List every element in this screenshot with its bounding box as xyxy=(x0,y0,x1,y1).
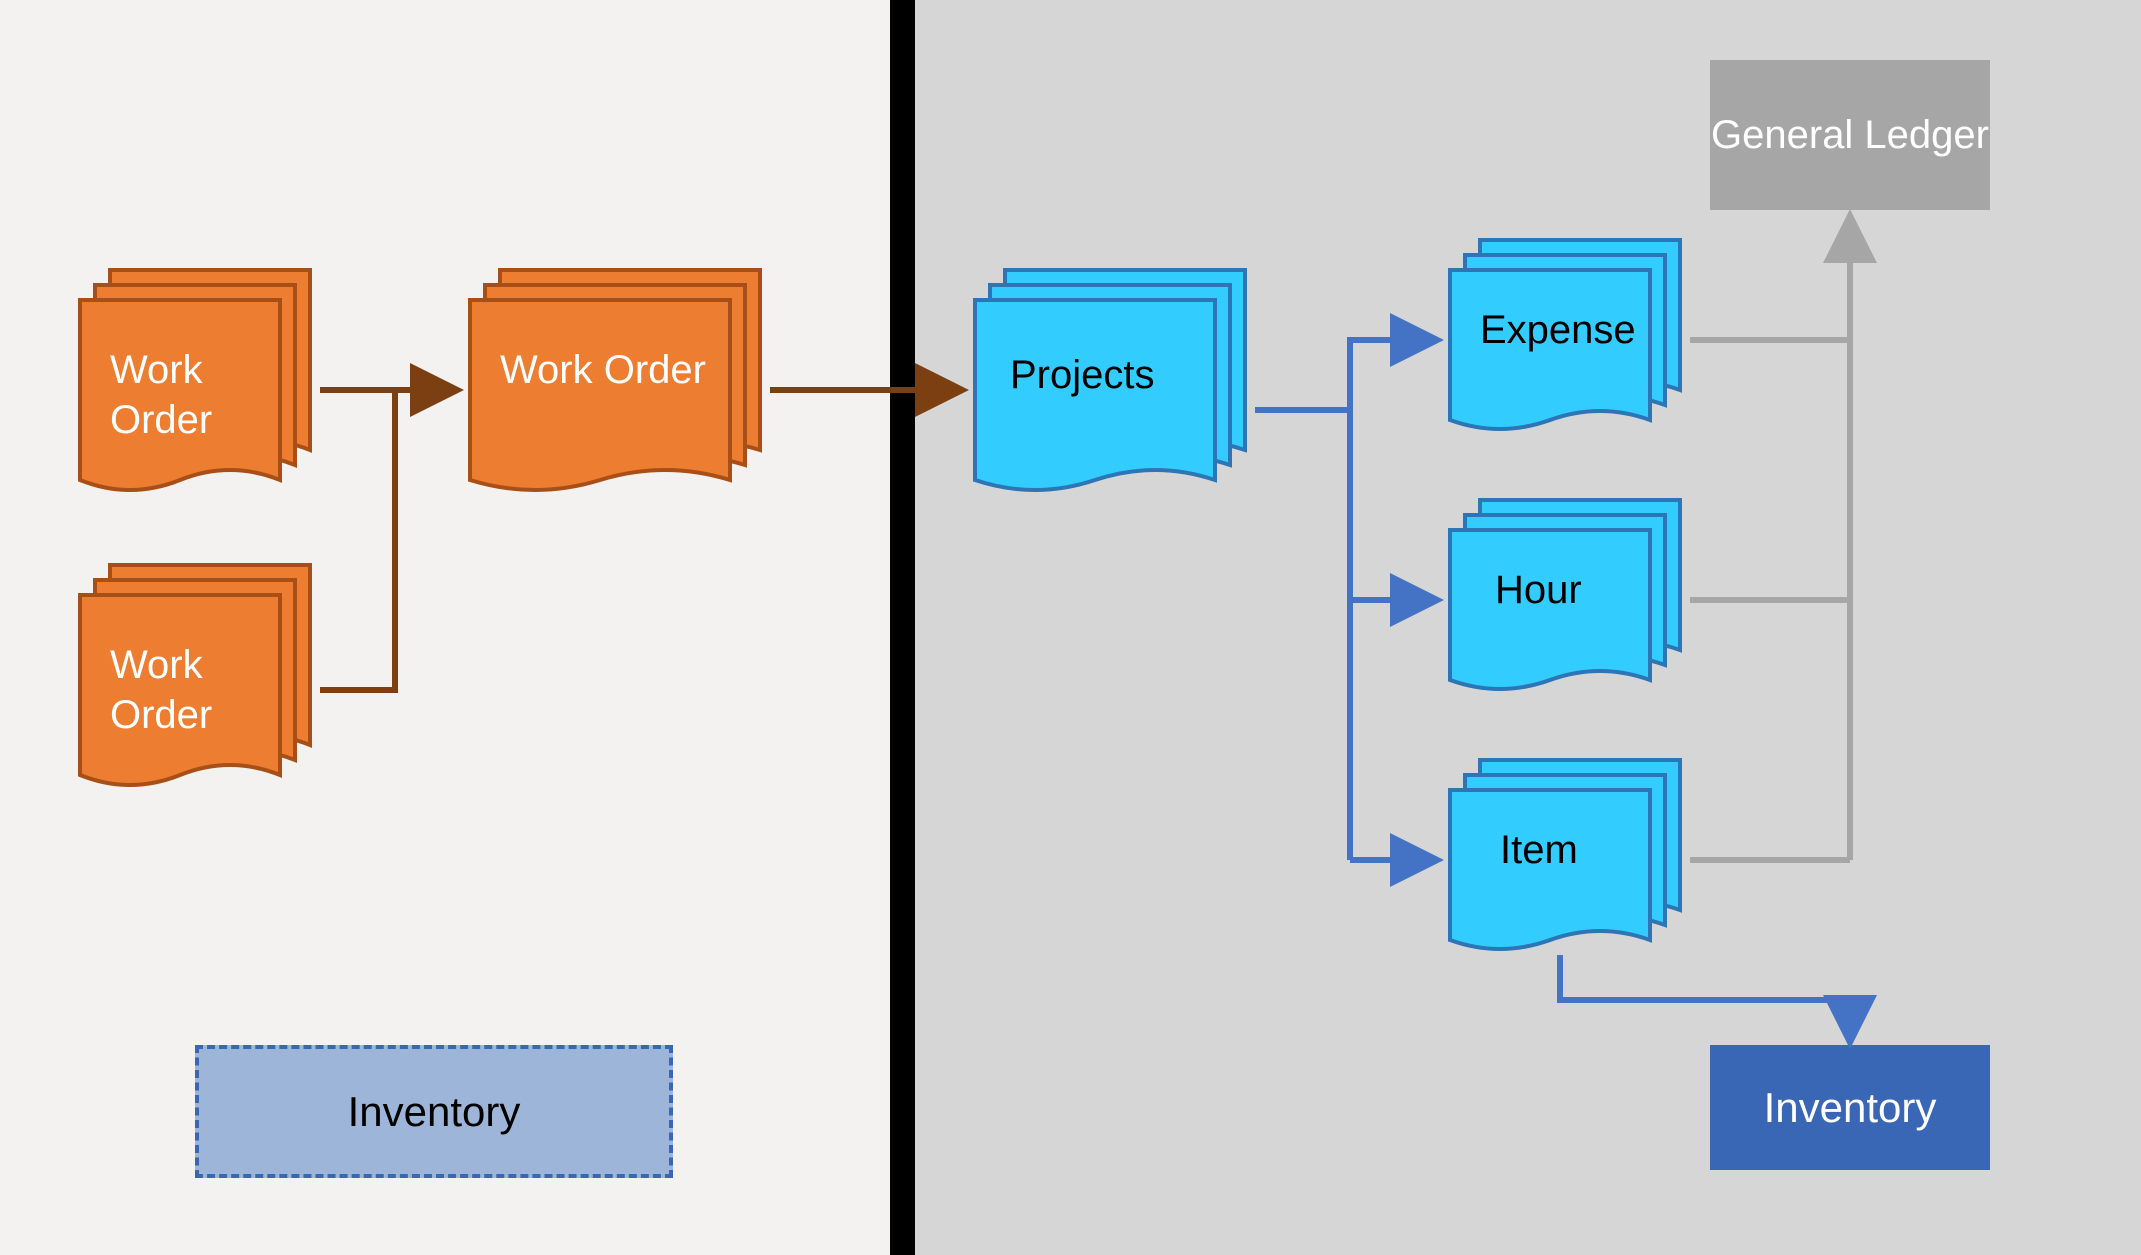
hour-stack: Hour xyxy=(1440,490,1700,710)
general-ledger-label: General Ledger xyxy=(1711,110,1989,160)
general-ledger-box: General Ledger xyxy=(1710,60,1990,210)
inventory-right-label: Inventory xyxy=(1764,1084,1937,1132)
item-stack: Item xyxy=(1440,750,1700,970)
item-label: Item xyxy=(1500,825,1578,875)
expense-stack: Expense xyxy=(1440,230,1700,450)
vertical-divider xyxy=(890,0,915,1255)
work-order-stack-top: Work Order xyxy=(70,260,330,520)
inventory-left-box: Inventory xyxy=(195,1045,673,1178)
work-order-main-label: Work Order xyxy=(500,345,706,395)
work-order-stack-main: Work Order xyxy=(460,260,780,520)
diagram-canvas: General Ledger Inventory Inventory Work … xyxy=(0,0,2141,1255)
work-order-top-label: Work Order xyxy=(110,345,212,445)
projects-label: Projects xyxy=(1010,350,1155,400)
work-order-stack-bottom: Work Order xyxy=(70,555,330,815)
projects-stack: Projects xyxy=(965,260,1265,520)
work-order-bottom-label: Work Order xyxy=(110,640,212,740)
expense-label: Expense xyxy=(1480,305,1636,355)
inventory-left-label: Inventory xyxy=(348,1088,521,1136)
hour-label: Hour xyxy=(1495,565,1582,615)
inventory-right-box: Inventory xyxy=(1710,1045,1990,1170)
